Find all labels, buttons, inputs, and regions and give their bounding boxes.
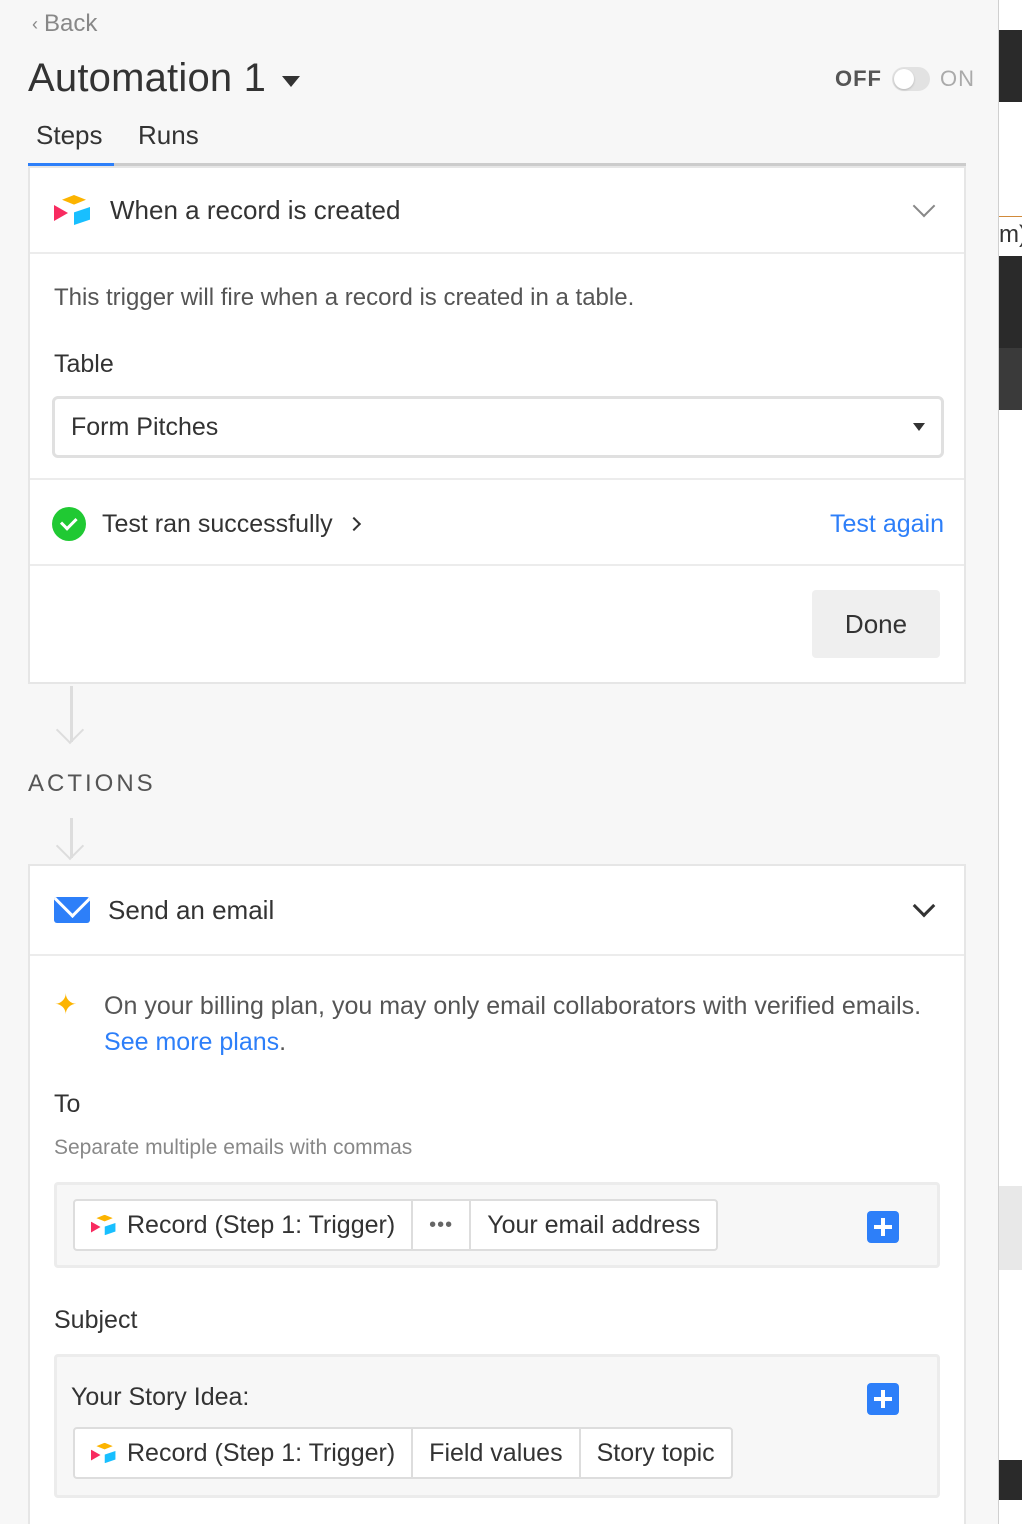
table-label: Table xyxy=(54,350,114,378)
test-status-row: Test ran successfully Test again xyxy=(52,504,944,544)
adjacent-panel-edge: m) xyxy=(998,0,1022,1524)
tab-steps[interactable]: Steps xyxy=(28,120,114,166)
divider xyxy=(30,478,964,480)
back-label: Back xyxy=(44,10,98,37)
adjacent-panel-peek-text: m) xyxy=(999,216,1022,256)
automation-panel: ‹ Back Automation 1 OFF ON Steps Runs Wh… xyxy=(0,0,998,1524)
dark-block xyxy=(999,1460,1022,1500)
token-label: Record (Step 1: Trigger) xyxy=(127,1438,396,1467)
dark-block xyxy=(999,30,1022,102)
airtable-logo-icon xyxy=(54,195,92,225)
check-circle-icon xyxy=(52,507,86,541)
actions-section-label: ACTIONS xyxy=(28,770,156,797)
toggle-knob xyxy=(894,69,914,89)
dark-block xyxy=(999,348,1022,410)
token-record-trigger[interactable]: Record (Step 1: Trigger) xyxy=(75,1429,414,1477)
dark-block xyxy=(999,256,1022,348)
test-again-link[interactable]: Test again xyxy=(830,510,944,539)
action-card-header[interactable]: Send an email xyxy=(30,866,964,956)
caret-down-icon xyxy=(913,423,925,431)
subject-text: Your Story Idea: xyxy=(71,1383,250,1411)
tab-bar: Steps Runs xyxy=(28,116,966,166)
action-card: Send an email ✦ On your billing plan, yo… xyxy=(28,864,966,1524)
token-story-topic[interactable]: Story topic xyxy=(581,1429,731,1477)
tab-runs[interactable]: Runs xyxy=(130,120,207,166)
automation-toggle[interactable]: OFF ON xyxy=(835,66,975,92)
toggle-switch[interactable] xyxy=(892,67,930,91)
to-field[interactable]: Record (Step 1: Trigger) ••• Your email … xyxy=(54,1182,940,1268)
token-email-field[interactable]: Your email address xyxy=(471,1201,716,1249)
subject-label: Subject xyxy=(54,1306,138,1334)
table-select-value: Form Pitches xyxy=(71,412,219,441)
caret-down-icon[interactable] xyxy=(282,76,301,87)
subject-field[interactable]: Your Story Idea: Record (Step 1: Trigger… xyxy=(54,1354,940,1498)
notice-period: . xyxy=(279,1028,287,1056)
trigger-description: This trigger will fire when a record is … xyxy=(54,284,635,311)
token-record-trigger[interactable]: Record (Step 1: Trigger) xyxy=(75,1201,414,1249)
chevron-down-icon[interactable] xyxy=(912,894,936,918)
trigger-card: When a record is created This trigger wi… xyxy=(28,166,966,684)
automation-title-row[interactable]: Automation 1 xyxy=(28,56,301,101)
sparkle-icon: ✦ xyxy=(54,989,78,1020)
billing-notice-text: On your billing plan, you may only email… xyxy=(104,988,934,1060)
airtable-logo-icon xyxy=(91,1214,116,1236)
envelope-icon xyxy=(54,897,90,923)
table-select[interactable]: Form Pitches xyxy=(52,396,944,458)
action-title: Send an email xyxy=(108,894,275,925)
to-label: To xyxy=(54,1090,81,1118)
automation-title: Automation 1 xyxy=(28,56,267,100)
done-button[interactable]: Done xyxy=(812,590,940,658)
toggle-on-label: ON xyxy=(940,66,975,91)
subject-token-group[interactable]: Record (Step 1: Trigger) Field values St… xyxy=(73,1427,733,1479)
flow-arrow-icon xyxy=(70,686,73,742)
chevron-left-icon: ‹ xyxy=(32,13,38,34)
notice-text: On your billing plan, you may only email… xyxy=(104,992,922,1020)
billing-notice: ✦ On your billing plan, you may only ema… xyxy=(54,988,934,1060)
divider xyxy=(30,564,964,566)
ellipsis-icon[interactable]: ••• xyxy=(413,1201,472,1249)
chevron-down-icon[interactable] xyxy=(912,194,936,218)
see-more-plans-link[interactable]: See more plans xyxy=(104,1028,279,1056)
plus-icon[interactable] xyxy=(867,1383,899,1415)
back-link[interactable]: ‹ Back xyxy=(32,10,97,38)
chevron-right-icon[interactable] xyxy=(346,516,361,532)
airtable-logo-icon xyxy=(91,1442,116,1464)
token-field-values[interactable]: Field values xyxy=(413,1429,581,1477)
toggle-off-label: OFF xyxy=(835,66,882,91)
flow-arrow-icon xyxy=(70,818,73,858)
token-label: Record (Step 1: Trigger) xyxy=(127,1210,396,1239)
trigger-title: When a record is created xyxy=(110,194,401,225)
plus-icon[interactable] xyxy=(867,1211,899,1243)
to-hint: Separate multiple emails with commas xyxy=(54,1136,413,1159)
test-status-text[interactable]: Test ran successfully xyxy=(102,510,333,539)
to-token-group[interactable]: Record (Step 1: Trigger) ••• Your email … xyxy=(73,1199,719,1251)
trigger-card-header[interactable]: When a record is created xyxy=(30,168,964,254)
light-block xyxy=(999,1186,1022,1270)
